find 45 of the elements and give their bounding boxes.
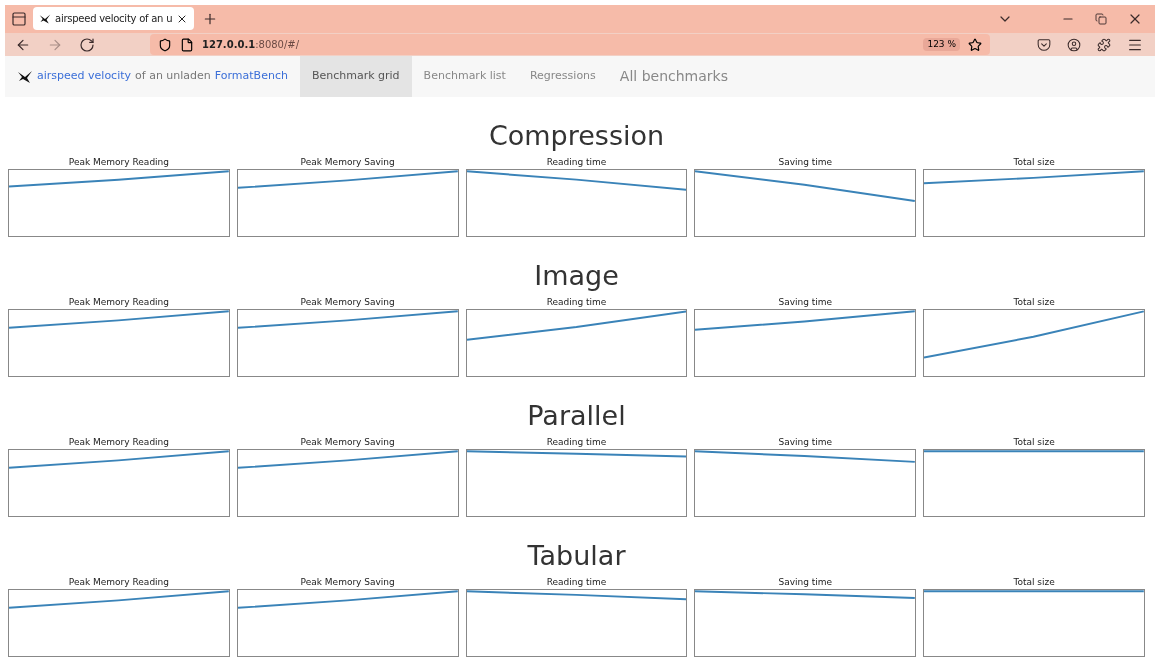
url: 127.0.0.1:8080/#/	[202, 38, 300, 53]
reload-icon[interactable]	[79, 36, 95, 53]
account-icon[interactable]	[1067, 36, 1081, 53]
chart-title: Peak Memory Reading	[68, 156, 169, 169]
chart-title: Total size	[1013, 296, 1055, 309]
chart-title: Saving time	[778, 296, 833, 309]
brand-link[interactable]: airspeed velocity	[37, 68, 132, 85]
restore-icon[interactable]	[1095, 10, 1107, 27]
star-icon[interactable]	[968, 37, 982, 52]
zoom-level[interactable]: 123 %	[923, 37, 960, 52]
chart-title: Total size	[1013, 436, 1055, 449]
chart-title: Peak Memory Reading	[68, 436, 169, 449]
chart-title: Peak Memory Saving	[300, 296, 395, 309]
brand-text: of an unladen	[135, 68, 211, 85]
chart-title: Saving time	[778, 436, 833, 449]
chart-title: Reading time	[546, 296, 607, 309]
chart-title: Total size	[1013, 576, 1055, 589]
chart-title: Peak Memory Reading	[68, 576, 169, 589]
address-bar[interactable]: 127.0.0.1:8080/#/ 123 %	[150, 34, 990, 56]
nav-tab[interactable]: Regressions	[517, 56, 608, 97]
pocket-icon[interactable]	[1037, 36, 1051, 53]
chart-title: Saving time	[778, 576, 833, 589]
tab-overview-icon[interactable]	[11, 10, 27, 27]
chart-title: Reading time	[546, 156, 607, 169]
chart-title: Reading time	[546, 576, 607, 589]
shield-icon	[158, 37, 172, 52]
chart-title: Peak Memory Saving	[300, 156, 395, 169]
chart-title: Saving time	[778, 156, 833, 169]
chart-title: Peak Memory Reading	[68, 296, 169, 309]
section-heading: Tabular	[526, 539, 627, 573]
chart-title: Reading time	[546, 436, 607, 449]
tab-title: airspeed velocity of an u	[55, 12, 173, 27]
chart-title: Total size	[1013, 156, 1055, 169]
extensions-icon[interactable]	[1097, 36, 1111, 53]
nav-tab[interactable]: Benchmark list	[411, 56, 518, 97]
page-icon	[180, 37, 194, 52]
chart-title: Peak Memory Saving	[300, 436, 395, 449]
browser-tab[interactable]: airspeed velocity of an u	[33, 7, 195, 31]
section-heading: Parallel	[526, 399, 627, 433]
brand-link[interactable]: FormatBench	[214, 68, 288, 85]
section-heading: Image	[533, 259, 620, 293]
section-heading: Compression	[487, 119, 666, 153]
nav-tab[interactable]: All benchmarks	[607, 56, 740, 97]
chart-title: Peak Memory Saving	[300, 576, 395, 589]
nav-tab[interactable]: Benchmark grid	[299, 56, 412, 97]
